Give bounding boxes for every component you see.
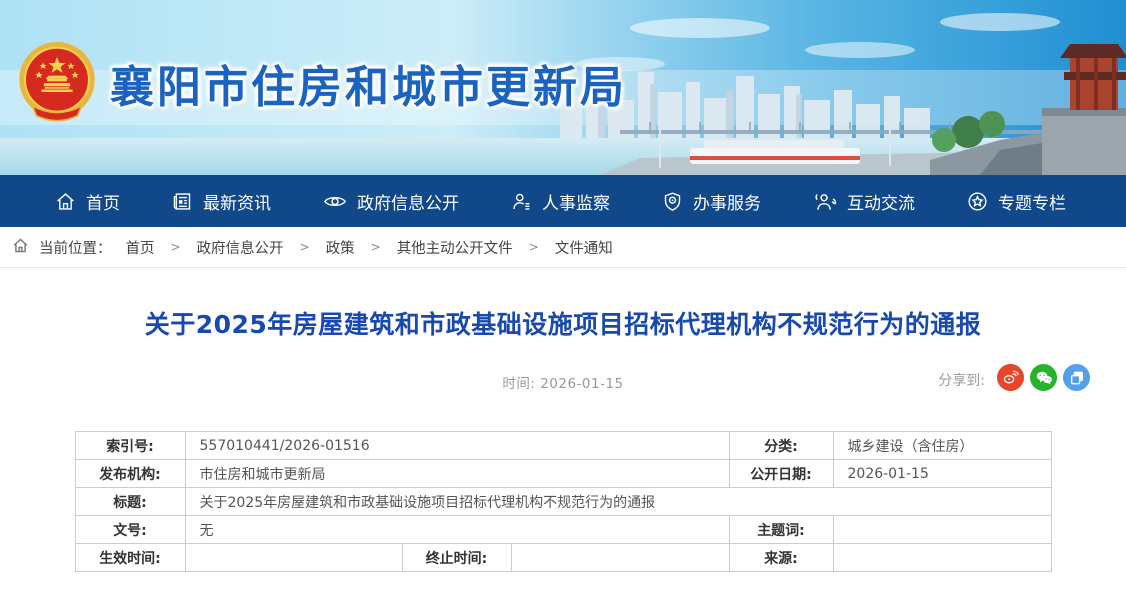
breadcrumb-label: 当前位置：	[39, 237, 112, 258]
share-wechat-button[interactable]	[1030, 364, 1057, 391]
nav-item-label: 首页	[86, 189, 120, 214]
source-label: 来源:	[729, 544, 833, 572]
nav-item-label: 办事服务	[693, 189, 761, 214]
home-small-icon	[12, 237, 29, 258]
publish-date-label: 公开日期:	[729, 460, 833, 488]
weibo-icon	[1002, 369, 1019, 386]
doc-number-label: 文号:	[75, 516, 185, 544]
doc-title-value: 关于2025年房屋建筑和市政基础设施项目招标代理机构不规范行为的通报	[185, 488, 1051, 516]
nav-item-label: 最新资讯	[203, 189, 271, 214]
keywords-value	[833, 516, 1051, 544]
nav-item-label: 人事监察	[542, 189, 610, 214]
news-icon	[172, 191, 193, 212]
issuing-agency-value: 市住房和城市更新局	[185, 460, 729, 488]
breadcrumb-separator: >	[300, 240, 310, 254]
share-toolbar: 分享到:	[938, 364, 1090, 391]
nav-item-info-disclosure[interactable]: 政府信息公开	[323, 189, 459, 214]
document-meta-table: 索引号: 557010441/2026-01516 分类: 城乡建设（含住房） …	[75, 431, 1052, 572]
chat-icon	[813, 191, 837, 212]
end-date-value	[511, 544, 729, 572]
category-value: 城乡建设（含住房）	[833, 432, 1051, 460]
publish-time-label: 时间:	[502, 376, 535, 392]
nav-item-label: 政府信息公开	[357, 189, 459, 214]
nav-item-personnel[interactable]: 人事监察	[511, 189, 610, 214]
breadcrumb-separator: >	[529, 240, 539, 254]
nav-item-home[interactable]: 首页	[55, 189, 120, 214]
category-label: 分类:	[729, 432, 833, 460]
home-icon	[55, 191, 76, 212]
end-date-label: 终止时间:	[402, 544, 511, 572]
table-row: 索引号: 557010441/2026-01516 分类: 城乡建设（含住房）	[75, 432, 1051, 460]
article-meta-row: 时间: 2026-01-15 分享到:	[0, 364, 1126, 394]
nav-item-interaction[interactable]: 互动交流	[813, 189, 915, 214]
issuing-agency-label: 发布机构:	[75, 460, 185, 488]
share-copy-button[interactable]	[1063, 364, 1090, 391]
breadcrumb-item-other-public-docs[interactable]: 其他主动公开文件	[397, 237, 513, 258]
national-emblem-logo	[16, 40, 98, 126]
table-row: 发布机构: 市住房和城市更新局 公开日期: 2026-01-15	[75, 460, 1051, 488]
publish-date-value: 2026-01-15	[833, 460, 1051, 488]
shield-icon	[662, 191, 683, 212]
publish-time-value: 2026-01-15	[540, 376, 623, 392]
keywords-label: 主题词:	[729, 516, 833, 544]
breadcrumb-item-doc-notice[interactable]: 文件通知	[555, 237, 613, 258]
nav-item-special-topics[interactable]: 专题专栏	[967, 189, 1066, 214]
document-meta-table-wrap: 索引号: 557010441/2026-01516 分类: 城乡建设（含住房） …	[0, 431, 1126, 572]
breadcrumb-item-home[interactable]: 首页	[126, 237, 155, 258]
breadcrumb: 当前位置： 首页 > 政府信息公开 > 政策 > 其他主动公开文件 > 文件通知	[0, 227, 1126, 268]
nav-item-label: 专题专栏	[998, 189, 1066, 214]
index-number-label: 索引号:	[75, 432, 185, 460]
table-row: 生效时间: 终止时间: 来源:	[75, 544, 1051, 572]
index-number-value: 557010441/2026-01516	[185, 432, 729, 460]
share-weibo-button[interactable]	[997, 364, 1024, 391]
site-title: 襄阳市住房和城市更新局	[110, 51, 627, 115]
nav-item-news[interactable]: 最新资讯	[172, 189, 271, 214]
breadcrumb-item-policy[interactable]: 政策	[326, 237, 355, 258]
source-value	[833, 544, 1051, 572]
eye-icon	[323, 191, 347, 212]
effective-date-label: 生效时间:	[75, 544, 185, 572]
table-row: 标题: 关于2025年房屋建筑和市政基础设施项目招标代理机构不规范行为的通报	[75, 488, 1051, 516]
share-label: 分享到:	[938, 365, 985, 390]
effective-date-value	[185, 544, 402, 572]
page-title: 关于2025年房屋建筑和市政基础设施项目招标代理机构不规范行为的通报	[0, 305, 1126, 341]
star-icon	[967, 191, 988, 212]
main-nav: 首页 最新资讯 政府信息公开 人事监察 办事服务 互动交流 专题专栏	[0, 175, 1126, 227]
breadcrumb-separator: >	[171, 240, 181, 254]
person-icon	[511, 191, 532, 212]
table-row: 文号: 无 主题词:	[75, 516, 1051, 544]
nav-item-label: 互动交流	[847, 189, 915, 214]
copy-icon	[1069, 370, 1085, 386]
doc-number-value: 无	[185, 516, 729, 544]
breadcrumb-item-info-disclosure[interactable]: 政府信息公开	[197, 237, 284, 258]
breadcrumb-separator: >	[371, 240, 381, 254]
doc-title-label: 标题:	[75, 488, 185, 516]
nav-item-services[interactable]: 办事服务	[662, 189, 761, 214]
site-banner: 襄阳市住房和城市更新局	[0, 0, 1126, 175]
wechat-icon	[1035, 369, 1053, 387]
